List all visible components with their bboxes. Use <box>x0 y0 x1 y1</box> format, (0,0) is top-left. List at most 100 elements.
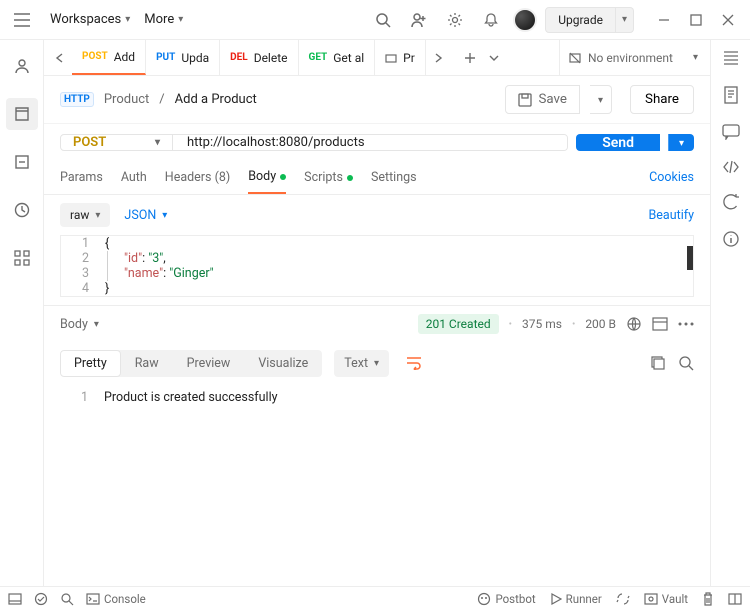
console-icon <box>86 593 100 605</box>
beautify-link[interactable]: Beautify <box>649 208 695 223</box>
sb-panel-icon[interactable] <box>8 593 22 605</box>
tab-put-update[interactable]: PUT Upda <box>146 40 220 75</box>
send-button[interactable]: Send <box>576 134 660 151</box>
tab-folder-pr[interactable]: Pr <box>375 40 426 75</box>
minimize-button[interactable] <box>650 6 678 34</box>
line-number: 4 <box>61 281 101 296</box>
cookies-link[interactable]: Cookies <box>649 170 694 185</box>
send-dropdown-button[interactable]: ▾ <box>668 134 694 151</box>
tab-prev-button[interactable] <box>48 46 72 70</box>
chevron-down-icon: ▾ <box>155 137 160 148</box>
status-badge: 201 Created <box>418 314 499 334</box>
tab-del-delete[interactable]: DEL Delete <box>220 40 298 75</box>
method-selector[interactable]: POST ▾ <box>61 135 173 150</box>
body-format-selector[interactable]: JSON ▾ <box>124 208 167 223</box>
view-visualize[interactable]: Visualize <box>244 350 322 377</box>
response-format-selector[interactable]: Text ▾ <box>334 350 389 377</box>
separator-dot: • <box>572 319 575 330</box>
grid-icon[interactable] <box>6 242 38 274</box>
upgrade-dropdown[interactable]: ▾ <box>616 7 634 33</box>
tab-label: Get al <box>333 51 364 65</box>
search-icon[interactable] <box>369 6 397 34</box>
document-icon[interactable] <box>723 86 739 104</box>
sb-capture-icon[interactable] <box>616 592 630 606</box>
history-icon[interactable] <box>6 194 38 226</box>
code-icon[interactable] <box>722 160 740 174</box>
editor-scrollbar[interactable] <box>687 246 693 270</box>
sb-postbot[interactable]: Postbot <box>477 592 535 606</box>
upgrade-button[interactable]: Upgrade <box>545 7 616 33</box>
copy-icon[interactable] <box>650 355 666 371</box>
tabs-row: POST Add PUT Upda DEL Delete GET Get al … <box>44 40 710 76</box>
close-button[interactable] <box>714 6 742 34</box>
settings-icon[interactable] <box>441 6 469 34</box>
api-icon[interactable] <box>6 146 38 178</box>
view-preview[interactable]: Preview <box>173 350 245 377</box>
sb-trash-icon[interactable] <box>702 592 714 606</box>
subtab-params[interactable]: Params <box>60 161 103 194</box>
main-column: POST Add PUT Upda DEL Delete GET Get al … <box>44 40 710 586</box>
profile-icon[interactable] <box>6 50 38 82</box>
hamburger-icon[interactable] <box>8 6 36 34</box>
more-icon[interactable] <box>678 322 694 326</box>
tab-options-button[interactable] <box>482 46 506 70</box>
eye-off-icon <box>568 51 582 65</box>
tab-next-button[interactable] <box>426 46 450 70</box>
subtab-headers[interactable]: Headers (8) <box>165 161 230 194</box>
environment-label: No environment <box>588 51 673 65</box>
line-number: 1 <box>60 390 100 405</box>
subtab-scripts[interactable]: Scripts <box>304 161 353 194</box>
list-icon[interactable] <box>722 50 740 66</box>
subtab-body[interactable]: Body <box>248 161 286 194</box>
collections-icon[interactable] <box>6 98 38 130</box>
workspaces-menu[interactable]: Workspaces ▾ <box>50 12 130 27</box>
invite-icon[interactable] <box>405 6 433 34</box>
avatar[interactable] <box>513 8 537 32</box>
more-menu[interactable]: More ▾ <box>144 12 183 27</box>
subtab-settings[interactable]: Settings <box>371 161 417 194</box>
body-raw-selector[interactable]: raw ▾ <box>60 203 110 227</box>
subtab-auth[interactable]: Auth <box>121 161 147 194</box>
refresh-icon[interactable] <box>723 194 739 210</box>
tab-get-all[interactable]: GET Get al <box>299 40 376 75</box>
chevron-down-icon: ▾ <box>95 210 100 221</box>
workspaces-label: Workspaces <box>50 12 121 27</box>
share-button[interactable]: Share <box>630 85 694 114</box>
environment-selector[interactable]: No environment ▾ <box>559 40 706 75</box>
sb-sync-icon[interactable] <box>34 592 48 606</box>
comment-icon[interactable] <box>722 124 740 140</box>
info-icon[interactable] <box>722 230 740 248</box>
method-tag: POST <box>82 51 108 62</box>
save-response-icon[interactable] <box>652 317 668 331</box>
postbot-label: Postbot <box>495 592 535 606</box>
method-tag: PUT <box>156 52 175 63</box>
url-input[interactable] <box>173 135 567 150</box>
view-raw[interactable]: Raw <box>121 350 173 377</box>
sb-find-icon[interactable] <box>60 592 74 606</box>
save-button[interactable]: Save <box>505 85 580 114</box>
new-tab-button[interactable] <box>458 46 482 70</box>
view-pretty[interactable]: Pretty <box>60 350 121 377</box>
line-number: 3 <box>61 266 101 281</box>
breadcrumb-parent[interactable]: Product <box>104 92 149 107</box>
format-label: Text <box>344 356 368 371</box>
notifications-icon[interactable] <box>477 6 505 34</box>
maximize-button[interactable] <box>682 6 710 34</box>
topbar-right: Upgrade ▾ <box>369 6 742 34</box>
request-body-editor[interactable]: 1{ 2"id": "3", 3"name": "Ginger" 4} <box>60 235 694 297</box>
sb-layout-icon[interactable] <box>728 593 742 605</box>
wrap-lines-button[interactable] <box>399 348 429 378</box>
save-dropdown-button[interactable]: ▾ <box>590 85 612 114</box>
network-icon[interactable] <box>626 316 642 332</box>
chevron-down-icon: ▾ <box>94 319 99 330</box>
tab-label: Delete <box>254 51 288 65</box>
search-response-icon[interactable] <box>678 355 694 371</box>
sb-console[interactable]: Console <box>86 592 146 606</box>
method-label: POST <box>73 135 106 150</box>
sb-vault[interactable]: Vault <box>644 592 688 606</box>
tab-post-add[interactable]: POST Add <box>72 40 146 75</box>
response-size: 200 B <box>585 317 616 331</box>
chevron-down-icon: ▾ <box>178 14 183 25</box>
sb-runner[interactable]: Runner <box>550 592 602 606</box>
response-section-selector[interactable]: Body ▾ <box>60 317 99 332</box>
